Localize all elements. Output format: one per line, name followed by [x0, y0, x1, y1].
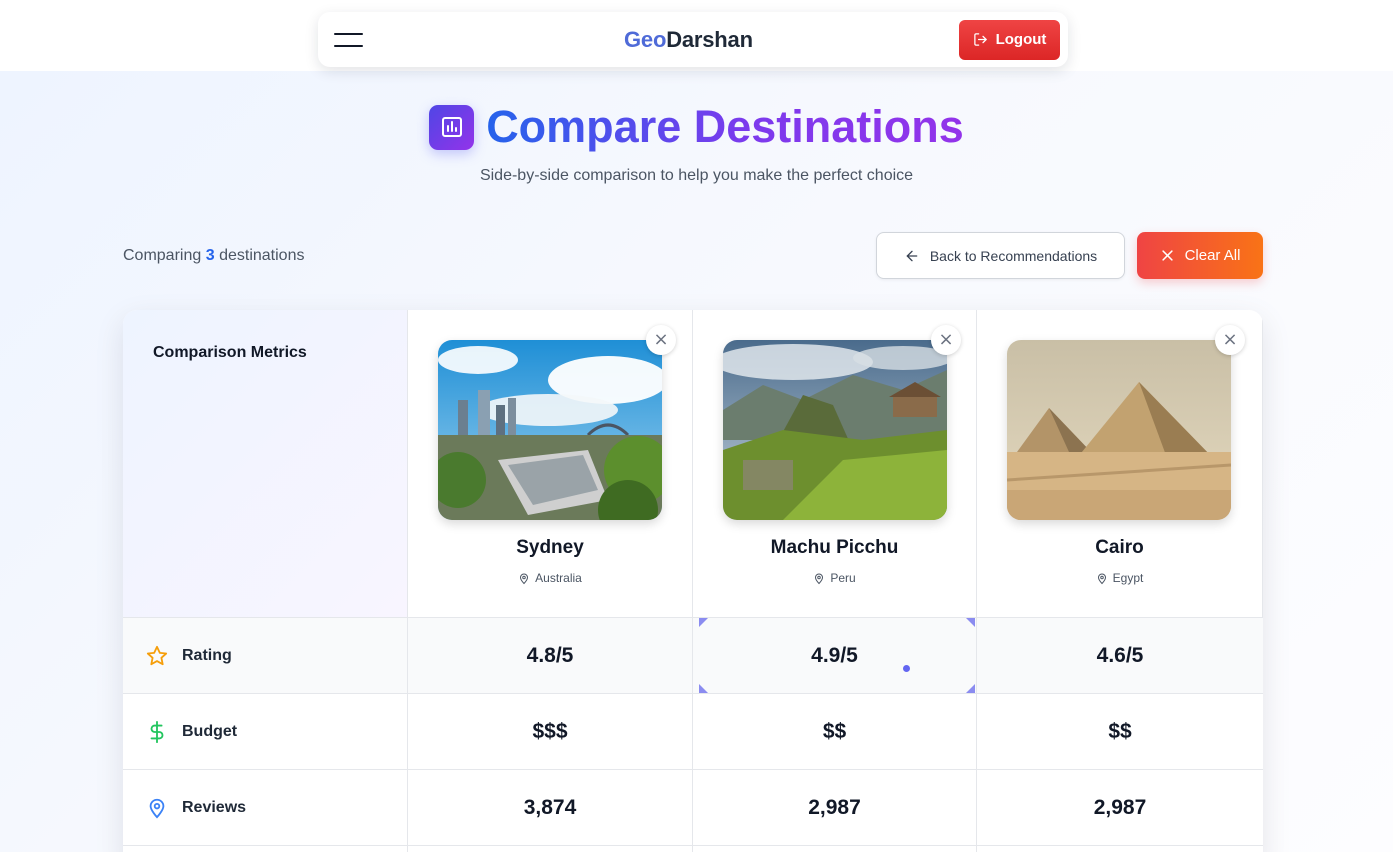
metric-value-selected[interactable]: 4.9/5 [693, 618, 977, 694]
page-header: Compare Destinations Side-by-side compar… [0, 99, 1393, 185]
destination-country: Australia [408, 571, 692, 585]
dollar-icon [150, 720, 164, 743]
metric-value: $$$ [408, 694, 693, 770]
row-partial [693, 846, 977, 852]
comparing-suffix: destinations [219, 247, 305, 264]
metric-label-budget: Budget [123, 694, 408, 770]
remove-destination-button[interactable]: × [931, 325, 961, 355]
focus-corner [966, 684, 975, 693]
logout-label: Logout [995, 31, 1047, 48]
star-icon [146, 645, 168, 665]
brand-darshan: Darshan [666, 27, 753, 52]
arrow-left-icon [906, 250, 918, 261]
comparison-table: Comparison Metrics × Sydney Australia × … [123, 310, 1263, 852]
destination-name: Sydney [516, 537, 584, 558]
close-icon [1161, 250, 1173, 261]
destination-column-sydney: × Sydney Australia [408, 310, 693, 618]
metric-value: 4.6/5 [977, 618, 1263, 694]
brand-geo: Geo [624, 27, 667, 52]
map-pin-icon [815, 573, 824, 584]
comparing-count-text: Comparing 3 destinations [123, 247, 304, 265]
metric-label-text: Rating [182, 646, 232, 664]
hamburger-menu-icon[interactable] [334, 32, 364, 47]
metric-value: 4.8/5 [408, 618, 693, 694]
country-label: Egypt [1112, 571, 1144, 585]
destination-column-cairo: × Cairo Egypt [977, 310, 1263, 618]
destination-image [438, 340, 662, 520]
page-subtitle: Side-by-side comparison to help you make… [479, 167, 914, 184]
destination-name: Cairo [1095, 537, 1144, 558]
destination-country: Peru [693, 571, 976, 585]
metric-value: 2,987 [693, 770, 977, 846]
metric-value: 2,987 [977, 770, 1263, 846]
destination-image [1007, 340, 1231, 520]
destination-column-machu-picchu: × Machu Picchu Peru [693, 310, 977, 618]
focus-corner [699, 684, 708, 693]
remove-destination-button[interactable]: × [646, 325, 676, 355]
back-to-recommendations-button[interactable]: Back to Recommendations [876, 232, 1125, 279]
metric-label-rating: Rating [123, 618, 408, 694]
focus-corner [699, 618, 708, 627]
comparing-prefix: Comparing [123, 247, 202, 264]
map-pin-icon [149, 798, 165, 819]
top-navbar: GeoDarshan Logout [318, 12, 1068, 67]
page-title: Compare Destinations [486, 99, 964, 155]
logout-button[interactable]: Logout [959, 19, 1060, 60]
country-label: Peru [830, 571, 856, 585]
metric-label-text: Budget [182, 722, 238, 740]
remove-destination-button[interactable]: × [1215, 325, 1245, 355]
metric-value: 4.9/5 [811, 643, 858, 667]
comparing-count: 3 [205, 247, 215, 264]
destination-image [723, 340, 947, 520]
metrics-header: Comparison Metrics [123, 310, 408, 618]
map-pin-icon [520, 573, 529, 584]
metric-value: 3,874 [408, 770, 693, 846]
focus-corner [966, 618, 975, 627]
map-pin-icon [1097, 573, 1106, 584]
brand-logo[interactable]: GeoDarshan [624, 27, 753, 53]
back-label: Back to Recommendations [929, 247, 1098, 264]
destination-country: Egypt [977, 571, 1262, 585]
destination-name: Machu Picchu [770, 537, 899, 558]
metric-value: $$ [693, 694, 977, 770]
metric-value: $$ [977, 694, 1263, 770]
clear-all-label: Clear All [1184, 247, 1241, 264]
bar-chart-icon [429, 104, 475, 150]
metric-label-reviews: Reviews [123, 770, 408, 846]
clear-all-button[interactable]: Clear All [1137, 232, 1263, 279]
row-partial [408, 846, 693, 852]
cursor-dot [903, 665, 910, 672]
row-partial [123, 846, 408, 852]
metric-label-text: Reviews [182, 798, 247, 816]
logout-icon [973, 33, 987, 46]
country-label: Australia [535, 571, 582, 585]
row-partial [977, 846, 1263, 852]
